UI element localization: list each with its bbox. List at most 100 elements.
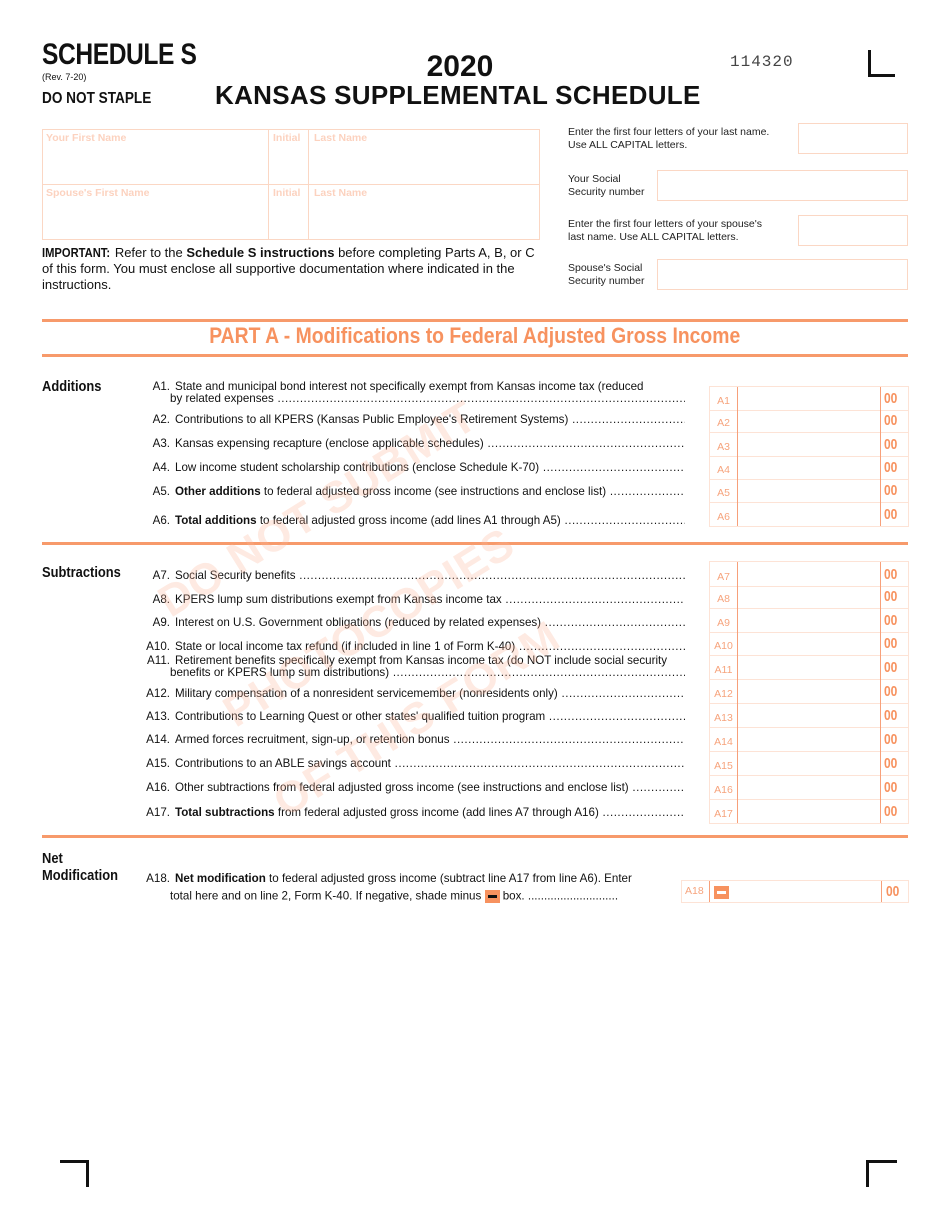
line-bold: Total subtractions — [175, 807, 275, 819]
amount-field-a10[interactable]: A10 00 — [709, 632, 909, 656]
important-lead: IMPORTANT: — [42, 245, 111, 260]
amount-field-a7[interactable]: A7 00 — [709, 561, 909, 587]
field-divider — [737, 727, 738, 751]
spouse-last4-label: Enter the first four letters of your spo… — [568, 218, 762, 244]
field-divider — [737, 432, 738, 456]
cents-label: 00 — [884, 659, 898, 676]
your-first-name-field[interactable]: Your First Name — [43, 130, 269, 185]
do-not-staple-notice: DO NOT STAPLE — [42, 90, 152, 107]
field-divider — [737, 632, 738, 655]
amount-field-a16[interactable]: A16 00 — [709, 775, 909, 800]
line-text: Armed forces recruitment, sign-up, or re… — [175, 734, 685, 746]
spouse-first-name-field[interactable]: Spouse's First Name — [43, 185, 269, 239]
ssn-input[interactable] — [657, 170, 908, 201]
line-number: A9. — [152, 617, 170, 629]
field-divider — [880, 608, 881, 632]
field-divider — [737, 409, 738, 432]
amount-field-a12[interactable]: A12 00 — [709, 679, 909, 704]
cents-label: 00 — [884, 803, 898, 820]
ssn-label-line2: Security number — [568, 186, 645, 198]
last4-input[interactable] — [798, 123, 908, 154]
line-text: Retirement benefits specifically exempt … — [175, 655, 668, 667]
box-label: A16 — [714, 784, 733, 796]
field-divider — [880, 632, 881, 655]
amount-field-a8[interactable]: A8 00 — [709, 585, 909, 609]
amount-field-a18[interactable]: A18 00 — [681, 880, 909, 903]
box-label: A3 — [717, 441, 730, 453]
net-modification-heading: Net Modification — [42, 850, 118, 884]
cents-label: 00 — [884, 635, 898, 652]
line-number: A18. — [146, 873, 170, 885]
line-number: A15. — [146, 758, 170, 770]
important-bold: Schedule S instructions — [186, 245, 335, 260]
spouse-last4-input[interactable] — [798, 215, 908, 246]
your-initial-field[interactable]: Initial — [269, 130, 309, 185]
amount-field-a14[interactable]: A14 00 — [709, 727, 909, 752]
amount-field-a3[interactable]: A3 00 — [709, 432, 909, 457]
spouse-initial-field[interactable]: Initial — [269, 185, 309, 239]
amount-field-a13[interactable]: A13 00 — [709, 703, 909, 728]
box-label: A9 — [717, 617, 730, 629]
line-text-2a: total here and on line 2, Form K-40. If … — [170, 889, 485, 903]
field-divider — [880, 703, 881, 727]
line-item: A10. State or local income tax refund (if… — [130, 641, 685, 653]
line-text: Military compensation of a nonresident s… — [175, 688, 685, 700]
amount-field-a15[interactable]: A15 00 — [709, 751, 909, 776]
line-number: A3. — [152, 438, 170, 450]
line-number: A1. — [152, 381, 170, 393]
box-label: A6 — [717, 511, 730, 523]
cents-label: 00 — [884, 436, 898, 453]
field-divider — [880, 727, 881, 751]
line-number: A14. — [146, 734, 170, 746]
line-number: A4. — [152, 462, 170, 474]
amount-field-a9[interactable]: A9 00 — [709, 608, 909, 633]
amount-field-a4[interactable]: A4 00 — [709, 456, 909, 480]
cents-label: 00 — [884, 588, 898, 605]
spouse-last-name-field[interactable]: Last Name — [309, 185, 539, 239]
field-divider — [737, 775, 738, 799]
line-text: KPERS lump sum distributions exempt from… — [175, 594, 685, 606]
cents-label: 00 — [884, 683, 898, 700]
divider-subtractions — [42, 835, 908, 838]
spouse-last4-label-line2: last name. Use ALL CAPITAL letters. — [568, 231, 739, 243]
watermark-line1: DO NOT SUBMIT — [150, 391, 486, 627]
amount-field-a11[interactable]: A11 00 — [709, 655, 909, 680]
amount-field-a2[interactable]: A2 00 — [709, 409, 909, 433]
amount-field-a5[interactable]: A5 00 — [709, 479, 909, 503]
line-text: to federal adjusted gross income (add li… — [257, 515, 685, 527]
field-divider — [737, 387, 738, 410]
divider-top — [42, 319, 908, 322]
field-divider — [737, 679, 738, 703]
field-divider — [880, 502, 881, 526]
divider-part-a — [42, 354, 908, 357]
ssn-label-line1: Your Social — [568, 173, 621, 185]
your-last-name-field[interactable]: Last Name — [309, 130, 539, 185]
spouse-ssn-input[interactable] — [657, 259, 908, 290]
line-number: A10. — [146, 641, 170, 653]
cents-label: 00 — [884, 506, 898, 523]
cents-label: 00 — [884, 390, 898, 407]
line-number: A11. — [147, 655, 170, 667]
amount-field-a6[interactable]: A6 00 — [709, 502, 909, 527]
line-item: A16. Other subtractions from federal adju… — [130, 782, 685, 794]
field-divider — [737, 703, 738, 727]
your-initial-label: Initial — [273, 132, 301, 144]
line-text: Other subtractions from federal adjusted… — [175, 782, 685, 794]
line-number: A8. — [152, 594, 170, 606]
line-item: A3. Kansas expensing recapture (enclose a… — [130, 438, 685, 450]
amount-field-a17[interactable]: A17 00 — [709, 799, 909, 824]
your-last-name-label: Last Name — [314, 132, 368, 144]
field-divider — [880, 432, 881, 456]
negative-checkbox[interactable] — [714, 886, 729, 900]
registration-mark-bottom-left — [60, 1160, 89, 1187]
net-label-line2: Modification — [42, 867, 118, 884]
amount-field-a1[interactable]: A1 00 — [709, 386, 909, 411]
schedule-id: SCHEDULE S — [42, 38, 197, 71]
box-label: A8 — [717, 593, 730, 605]
box-label: A15 — [714, 760, 733, 772]
subtractions-heading: Subtractions — [42, 564, 121, 581]
field-divider — [880, 456, 881, 479]
form-title: KANSAS SUPPLEMENTAL SCHEDULE — [215, 80, 701, 110]
box-label: A13 — [714, 712, 733, 724]
tax-year: 2020 — [426, 50, 494, 83]
